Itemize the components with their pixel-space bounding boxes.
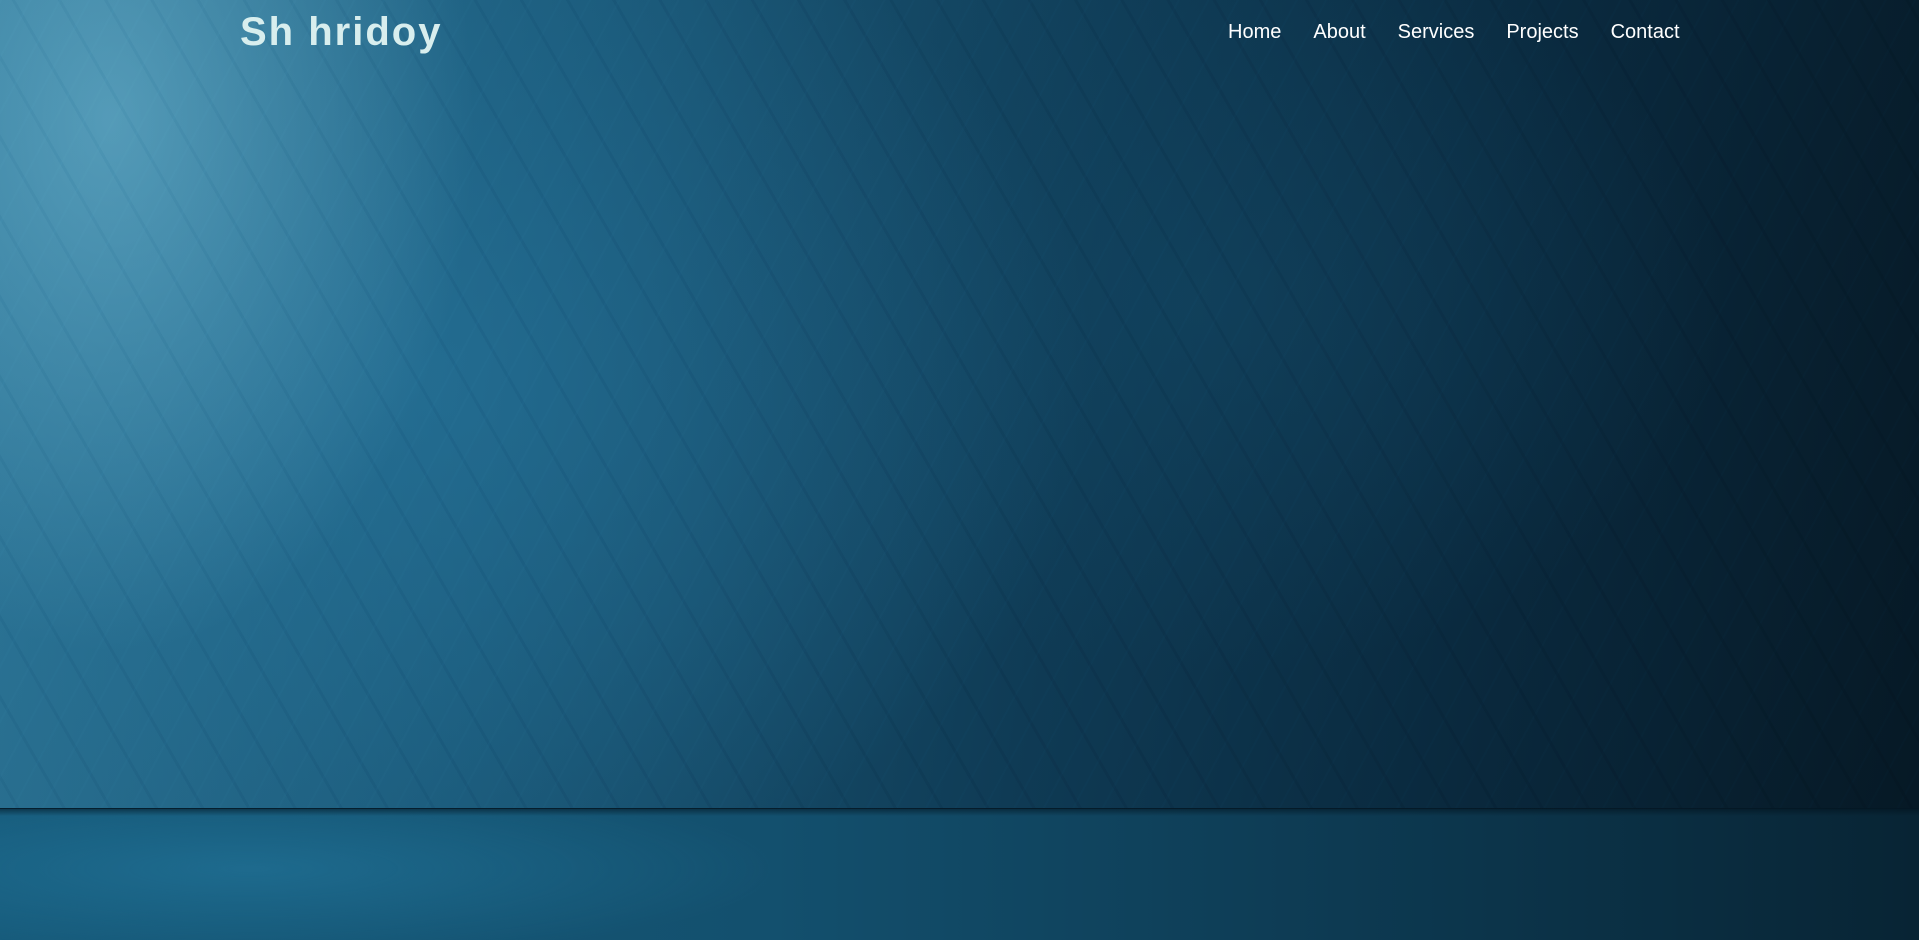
nav-link-services[interactable]: Services (1398, 20, 1475, 44)
nav-link-projects[interactable]: Projects (1506, 20, 1578, 44)
nav-menu: Home About Services Projects Contact (1228, 20, 1680, 44)
background-floor (0, 808, 1919, 940)
nav-link-about[interactable]: About (1313, 20, 1365, 44)
background-texture (0, 0, 1919, 940)
nav-link-contact[interactable]: Contact (1611, 20, 1680, 44)
nav-link-home[interactable]: Home (1228, 20, 1281, 44)
hero-section: Sh hridoy Home About Services Projects C… (0, 0, 1919, 940)
navbar: Sh hridoy Home About Services Projects C… (0, 0, 1919, 64)
site-logo[interactable]: Sh hridoy (240, 8, 442, 56)
floor-edge-shadow (0, 808, 1919, 816)
